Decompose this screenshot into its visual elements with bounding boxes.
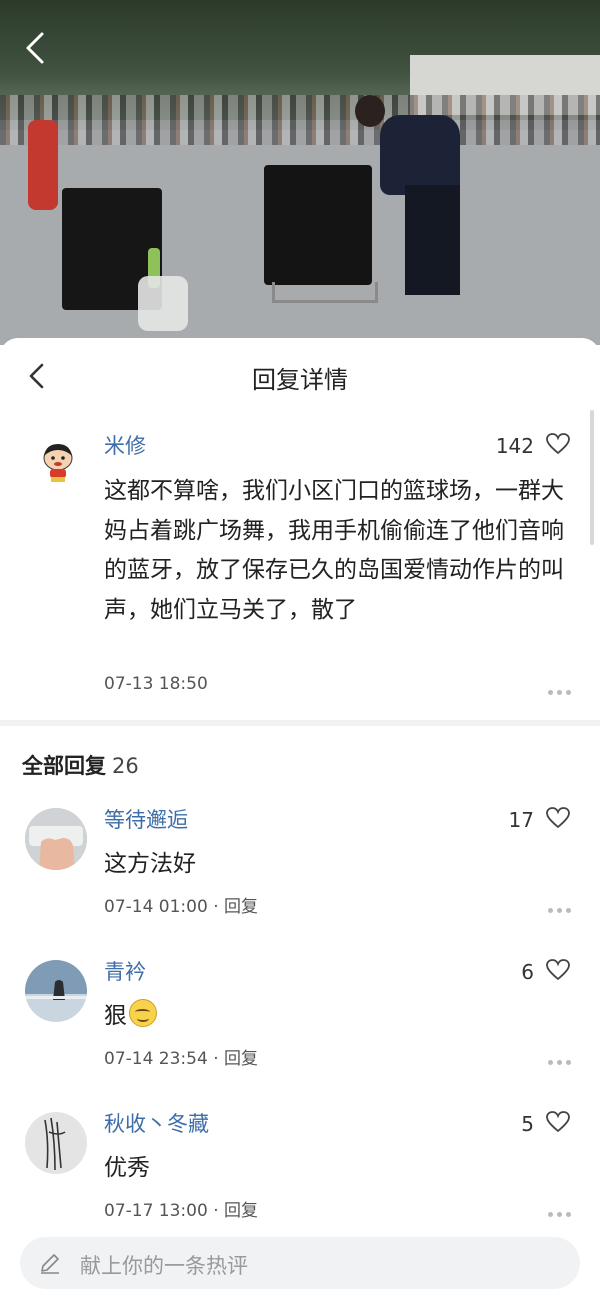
landscape-avatar-icon (25, 960, 87, 1022)
heart-icon[interactable] (545, 958, 571, 982)
like-count: 142 (495, 434, 534, 458)
reply-text: 优秀 (104, 1155, 150, 1181)
all-replies-title: 全部回复 26 (22, 750, 139, 780)
reply-text: 狠 (104, 996, 157, 1030)
photo-bag (138, 276, 188, 331)
comment-text: 这都不算啥，我们小区门口的篮球场，一群大妈占着跳广场舞，我用手机偷偷连了他们音响… (104, 478, 564, 623)
cartoon-avatar-icon (43, 444, 73, 482)
main-comment: 米修 142 这都不算啥，我们小区门口的篮球场，一群大妈占着跳广场舞，我用手机偷… (0, 412, 600, 712)
comment-input[interactable]: 献上你的一条热评 (20, 1237, 580, 1289)
username[interactable]: 米修 (104, 430, 146, 460)
post-photo (0, 0, 600, 345)
avatar[interactable] (25, 1112, 87, 1174)
input-placeholder: 献上你的一条热评 (80, 1254, 248, 1278)
reply-detail-sheet: 回复详情 米修 142 这都不算啥，我们小区门口的篮球场，一群大妈占着跳广场舞，… (0, 338, 600, 1300)
more-icon[interactable] (548, 680, 578, 695)
more-icon[interactable] (548, 898, 578, 913)
heart-icon[interactable] (545, 1110, 571, 1134)
avatar[interactable] (25, 960, 87, 1022)
like-count: 6 (521, 960, 534, 984)
photo-avatar-icon (25, 808, 87, 870)
header: 回复详情 (0, 338, 600, 412)
avatar[interactable] (25, 808, 87, 870)
photo-person-dark (350, 95, 470, 305)
like-count: 5 (521, 1112, 534, 1136)
reply-text: 这方法好 (104, 851, 196, 877)
photo-person-red (28, 120, 58, 210)
username[interactable]: 青衿 (104, 956, 146, 986)
divider (0, 720, 600, 726)
heart-icon[interactable] (545, 432, 571, 456)
all-replies-count: 26 (112, 754, 139, 778)
back-icon[interactable] (22, 30, 52, 66)
username[interactable]: 等待邂逅 (104, 804, 188, 834)
username[interactable]: 秋收丶冬藏 (104, 1108, 209, 1138)
reply-item: 秋收丶冬藏 5 优秀 07-17 13:00 · 回复 (0, 1108, 600, 1258)
heart-icon[interactable] (545, 806, 571, 830)
reply-time[interactable]: 07-14 01:00 · 回复 (104, 892, 258, 917)
like-count: 17 (508, 808, 534, 832)
page-title: 回复详情 (252, 366, 348, 394)
all-replies-label: 全部回复 (22, 754, 106, 778)
more-icon[interactable] (548, 1050, 578, 1065)
comment-time: 07-13 18:50 (104, 674, 208, 694)
reply-text-value: 狠 (104, 1003, 127, 1029)
grin-emoji-icon (129, 999, 157, 1027)
more-icon[interactable] (548, 1202, 578, 1217)
scrollbar[interactable] (590, 410, 594, 545)
sketch-avatar-icon (25, 1112, 87, 1174)
pencil-icon (41, 1254, 59, 1274)
reply-time[interactable]: 07-17 13:00 · 回复 (104, 1196, 258, 1221)
photo-crowd (0, 95, 600, 145)
avatar[interactable] (32, 434, 84, 486)
reply-time[interactable]: 07-14 23:54 · 回复 (104, 1044, 258, 1069)
reply-item: 等待邂逅 17 这方法好 07-14 01:00 · 回复 (0, 804, 600, 954)
reply-item: 青衿 6 狠 07-14 23:54 · 回复 (0, 956, 600, 1106)
